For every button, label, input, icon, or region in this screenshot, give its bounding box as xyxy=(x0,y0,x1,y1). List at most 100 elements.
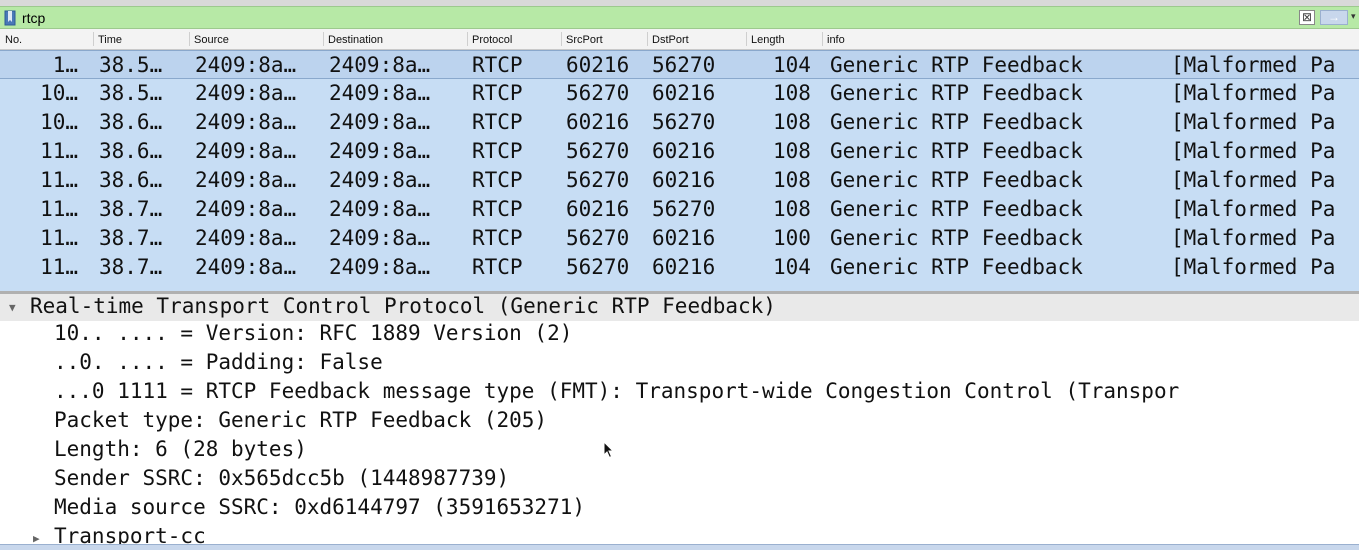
cell-dstport: 60216 xyxy=(652,81,716,105)
subtree-transport-cc[interactable]: Transport-cc xyxy=(54,524,206,544)
detail-line-packet-type[interactable]: Packet type: Generic RTP Feedback (205) xyxy=(54,408,547,432)
column-separator[interactable] xyxy=(746,32,747,46)
column-header-srcport[interactable]: SrcPort xyxy=(566,34,603,46)
cell-source: 2409:8a… xyxy=(195,110,297,134)
cell-length: 108 xyxy=(773,81,811,105)
cell-info: Generic RTP Feedback xyxy=(830,110,1083,134)
cell-no: 11… xyxy=(40,197,78,221)
cell-time: 38.5… xyxy=(99,53,163,77)
bookmark-icon[interactable] xyxy=(4,10,16,26)
display-filter-input[interactable] xyxy=(22,9,1292,26)
cell-protocol: RTCP xyxy=(472,110,523,134)
filter-dropdown-icon[interactable]: ▾ xyxy=(1351,11,1356,22)
cell-time: 38.6… xyxy=(99,139,163,163)
column-header-no[interactable]: No. xyxy=(5,34,22,46)
packet-row[interactable]: 11… 38.7… 2409:8a… 2409:8a… RTCP 56270 60216 10… xyxy=(0,224,1359,253)
cell-protocol: RTCP xyxy=(472,81,523,105)
cell-info: Generic RTP Feedback xyxy=(830,53,1083,77)
cell-info-extra: [Malformed Pa xyxy=(1171,168,1336,192)
packet-details-pane[interactable]: ▼ Real-time Transport Control Protocol (… xyxy=(0,294,1359,544)
cell-srcport: 56270 xyxy=(566,255,630,279)
cell-info-extra: [Malformed Pa xyxy=(1171,226,1336,250)
column-header-source[interactable]: Source xyxy=(194,34,229,46)
detail-line-length[interactable]: Length: 6 (28 bytes) xyxy=(54,437,307,461)
cell-time: 38.5… xyxy=(99,81,163,105)
detail-line-fmt[interactable]: ...0 1111 = RTCP Feedback message type (… xyxy=(54,379,1179,403)
packet-row[interactable]: 11… 38.7… 2409:8a… 2409:8a… RTCP 56270 60216 10… xyxy=(0,253,1359,282)
expand-triangle-icon[interactable]: ▶ xyxy=(33,532,40,544)
cell-time: 38.6… xyxy=(99,110,163,134)
cell-no: 11… xyxy=(40,168,78,192)
protocol-tree-header[interactable]: ▼ Real-time Transport Control Protocol (… xyxy=(0,294,1359,321)
column-header-length[interactable]: Length xyxy=(751,34,785,46)
column-header-info[interactable]: info xyxy=(827,34,845,46)
cell-no: 10… xyxy=(40,110,78,134)
cell-no: 11… xyxy=(40,139,78,163)
cell-time: 38.7… xyxy=(99,255,163,279)
detail-line-media-ssrc[interactable]: Media source SSRC: 0xd6144797 (359165327… xyxy=(54,495,585,519)
detail-line-padding[interactable]: ..0. .... = Padding: False xyxy=(54,350,383,374)
packet-row[interactable]: 11… 38.6… 2409:8a… 2409:8a… RTCP 56270 60216 10… xyxy=(0,137,1359,166)
cell-length: 108 xyxy=(773,168,811,192)
column-separator[interactable] xyxy=(647,32,648,46)
cell-info-extra: [Malformed Pa xyxy=(1171,255,1336,279)
cell-source: 2409:8a… xyxy=(195,226,297,250)
cell-dstport: 60216 xyxy=(652,139,716,163)
packet-row[interactable]: 11… 38.6… 2409:8a… 2409:8a… RTCP 56270 60216 10… xyxy=(0,166,1359,195)
cell-protocol: RTCP xyxy=(472,197,523,221)
column-header-destination[interactable]: Destination xyxy=(328,34,383,46)
cell-source: 2409:8a… xyxy=(195,197,297,221)
cell-protocol: RTCP xyxy=(472,139,523,163)
cell-length: 100 xyxy=(773,226,811,250)
column-header-time[interactable]: Time xyxy=(98,34,122,46)
collapse-triangle-icon[interactable]: ▼ xyxy=(9,301,16,314)
cell-srcport: 56270 xyxy=(566,226,630,250)
cell-destination: 2409:8a… xyxy=(329,81,431,105)
cell-info-extra: [Malformed Pa xyxy=(1171,139,1336,163)
cell-protocol: RTCP xyxy=(472,53,523,77)
cell-destination: 2409:8a… xyxy=(329,168,431,192)
cell-length: 108 xyxy=(773,110,811,134)
cell-protocol: RTCP xyxy=(472,226,523,250)
column-separator[interactable] xyxy=(467,32,468,46)
cell-info: Generic RTP Feedback xyxy=(830,168,1083,192)
cell-source: 2409:8a… xyxy=(195,53,297,77)
cell-protocol: RTCP xyxy=(472,168,523,192)
column-separator[interactable] xyxy=(822,32,823,46)
cell-info-extra: [Malformed Pa xyxy=(1171,81,1336,105)
column-header-dstport[interactable]: DstPort xyxy=(652,34,689,46)
protocol-tree-title[interactable]: Real-time Transport Control Protocol (Ge… xyxy=(30,294,776,318)
detail-line-version[interactable]: 10.. .... = Version: RFC 1889 Version (2… xyxy=(54,321,572,345)
cell-srcport: 60216 xyxy=(566,53,630,77)
apply-filter-icon[interactable]: → xyxy=(1320,10,1348,25)
detail-line-sender-ssrc[interactable]: Sender SSRC: 0x565dcc5b (1448987739) xyxy=(54,466,509,490)
cell-dstport: 60216 xyxy=(652,226,716,250)
column-header-protocol[interactable]: Protocol xyxy=(472,34,512,46)
packet-row[interactable]: 11… 38.7… 2409:8a… 2409:8a… RTCP 60216 56270 10… xyxy=(0,195,1359,224)
cell-source: 2409:8a… xyxy=(195,168,297,192)
column-separator[interactable] xyxy=(93,32,94,46)
cell-info: Generic RTP Feedback xyxy=(830,255,1083,279)
cell-no: 11… xyxy=(40,255,78,279)
cell-info: Generic RTP Feedback xyxy=(830,226,1083,250)
cell-source: 2409:8a… xyxy=(195,81,297,105)
cell-srcport: 56270 xyxy=(566,168,630,192)
cell-length: 108 xyxy=(773,139,811,163)
packet-row-selected[interactable]: 1… 38.5… 2409:8a… 2409:8a… RTCP 60216 56270 104… xyxy=(0,50,1359,79)
column-separator[interactable] xyxy=(189,32,190,46)
column-separator[interactable] xyxy=(323,32,324,46)
column-separator[interactable] xyxy=(561,32,562,46)
cell-length: 108 xyxy=(773,197,811,221)
cell-srcport: 60216 xyxy=(566,197,630,221)
mouse-pointer-icon xyxy=(603,441,615,459)
cell-time: 38.7… xyxy=(99,226,163,250)
packet-row[interactable]: 10… 38.5… 2409:8a… 2409:8a… RTCP 56270 60216 10… xyxy=(0,79,1359,108)
packet-row[interactable]: 10… 38.6… 2409:8a… 2409:8a… RTCP 60216 56270 10… xyxy=(0,108,1359,137)
cell-dstport: 56270 xyxy=(652,53,716,77)
cell-source: 2409:8a… xyxy=(195,139,297,163)
packet-list[interactable]: 1… 38.5… 2409:8a… 2409:8a… RTCP 60216 56270 104… xyxy=(0,50,1359,291)
cell-length: 104 xyxy=(773,255,811,279)
clear-filter-icon[interactable]: ⊠ xyxy=(1299,10,1315,25)
cell-srcport: 60216 xyxy=(566,110,630,134)
cell-no: 10… xyxy=(40,81,78,105)
